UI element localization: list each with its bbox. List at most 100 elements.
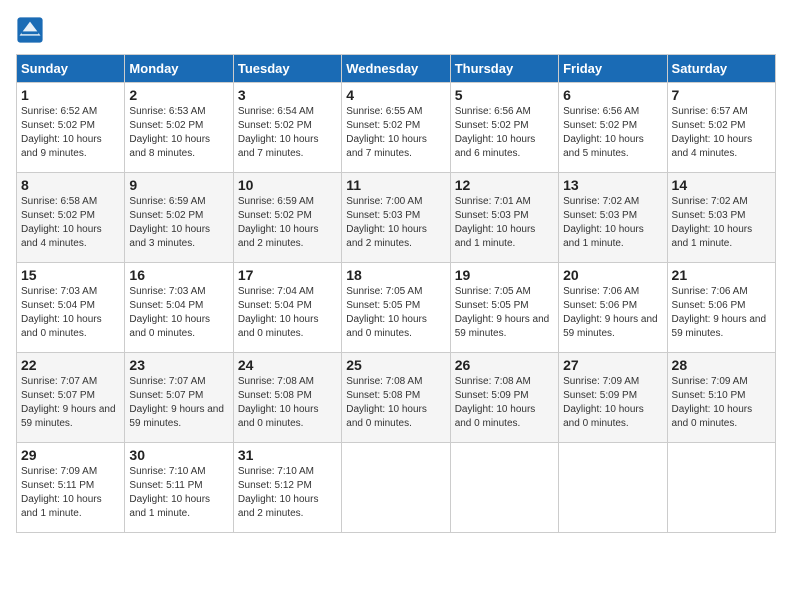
calendar-week-row: 22 Sunrise: 7:07 AMSunset: 5:07 PMDayligh…: [17, 353, 776, 443]
day-info: Sunrise: 6:59 AMSunset: 5:02 PMDaylight:…: [238, 195, 337, 251]
day-info: Sunrise: 6:57 AMSunset: 5:02 PMDaylight:…: [672, 105, 771, 161]
day-info: Sunrise: 7:07 AMSunset: 5:07 PMDaylight:…: [129, 375, 228, 431]
day-info: Sunrise: 7:00 AMSunset: 5:03 PMDaylight:…: [346, 195, 445, 251]
calendar-cell: 16 Sunrise: 7:03 AMSunset: 5:04 PMDayligh…: [125, 263, 233, 353]
calendar-cell: 18 Sunrise: 7:05 AMSunset: 5:05 PMDayligh…: [342, 263, 450, 353]
day-number: 17: [238, 267, 337, 283]
day-info: Sunrise: 6:52 AMSunset: 5:02 PMDaylight:…: [21, 105, 120, 161]
calendar-cell: 5 Sunrise: 6:56 AMSunset: 5:02 PMDaylight…: [450, 83, 558, 173]
day-info: Sunrise: 7:08 AMSunset: 5:08 PMDaylight:…: [238, 375, 337, 431]
calendar-week-row: 8 Sunrise: 6:58 AMSunset: 5:02 PMDaylight…: [17, 173, 776, 263]
day-info: Sunrise: 6:58 AMSunset: 5:02 PMDaylight:…: [21, 195, 120, 251]
calendar-table: SundayMondayTuesdayWednesdayThursdayFrid…: [16, 54, 776, 533]
calendar-cell: 12 Sunrise: 7:01 AMSunset: 5:03 PMDayligh…: [450, 173, 558, 263]
day-number: 22: [21, 357, 120, 373]
calendar-cell: 11Sunrise: 7:00 AMSunset: 5:03 PMDayligh…: [342, 173, 450, 263]
day-info: Sunrise: 6:55 AMSunset: 5:02 PMDaylight:…: [346, 105, 445, 161]
calendar-cell: 20 Sunrise: 7:06 AMSunset: 5:06 PMDayligh…: [559, 263, 667, 353]
day-number: 23: [129, 357, 228, 373]
day-number: 26: [455, 357, 554, 373]
day-info: Sunrise: 7:07 AMSunset: 5:07 PMDaylight:…: [21, 375, 120, 431]
day-number: 15: [21, 267, 120, 283]
calendar-cell: 21 Sunrise: 7:06 AMSunset: 5:06 PMDayligh…: [667, 263, 775, 353]
day-number: 6: [563, 87, 662, 103]
header-friday: Friday: [559, 55, 667, 83]
day-info: Sunrise: 7:10 AMSunset: 5:11 PMDaylight:…: [129, 465, 228, 521]
calendar-cell: 10 Sunrise: 6:59 AMSunset: 5:02 PMDayligh…: [233, 173, 341, 263]
header-monday: Monday: [125, 55, 233, 83]
day-number: 14: [672, 177, 771, 193]
day-info: Sunrise: 6:53 AMSunset: 5:02 PMDaylight:…: [129, 105, 228, 161]
day-number: 13: [563, 177, 662, 193]
day-number: 20: [563, 267, 662, 283]
calendar-cell: 31 Sunrise: 7:10 AMSunset: 5:12 PMDayligh…: [233, 443, 341, 533]
logo-icon: [16, 16, 44, 44]
calendar-cell: 27 Sunrise: 7:09 AMSunset: 5:09 PMDayligh…: [559, 353, 667, 443]
day-info: Sunrise: 7:08 AMSunset: 5:09 PMDaylight:…: [455, 375, 554, 431]
day-info: Sunrise: 7:03 AMSunset: 5:04 PMDaylight:…: [129, 285, 228, 341]
day-info: Sunrise: 6:56 AMSunset: 5:02 PMDaylight:…: [455, 105, 554, 161]
calendar-cell: 6 Sunrise: 6:56 AMSunset: 5:02 PMDaylight…: [559, 83, 667, 173]
calendar-cell: 3Sunrise: 6:54 AMSunset: 5:02 PMDaylight…: [233, 83, 341, 173]
calendar-cell: [342, 443, 450, 533]
day-info: Sunrise: 7:05 AMSunset: 5:05 PMDaylight:…: [346, 285, 445, 341]
day-number: 2: [129, 87, 228, 103]
calendar-cell: 1 Sunrise: 6:52 AMSunset: 5:02 PMDaylight…: [17, 83, 125, 173]
calendar-cell: 17 Sunrise: 7:04 AMSunset: 5:04 PMDayligh…: [233, 263, 341, 353]
header-thursday: Thursday: [450, 55, 558, 83]
day-number: 1: [21, 87, 120, 103]
day-number: 18: [346, 267, 445, 283]
calendar-cell: 9Sunrise: 6:59 AMSunset: 5:02 PMDaylight…: [125, 173, 233, 263]
header-wednesday: Wednesday: [342, 55, 450, 83]
day-info: Sunrise: 7:10 AMSunset: 5:12 PMDaylight:…: [238, 465, 337, 521]
calendar-cell: 24 Sunrise: 7:08 AMSunset: 5:08 PMDayligh…: [233, 353, 341, 443]
day-info: Sunrise: 7:09 AMSunset: 5:09 PMDaylight:…: [563, 375, 662, 431]
calendar-cell: 15 Sunrise: 7:03 AMSunset: 5:04 PMDayligh…: [17, 263, 125, 353]
calendar-cell: 25 Sunrise: 7:08 AMSunset: 5:08 PMDayligh…: [342, 353, 450, 443]
calendar-cell: 7Sunrise: 6:57 AMSunset: 5:02 PMDaylight…: [667, 83, 775, 173]
day-info: Sunrise: 7:06 AMSunset: 5:06 PMDaylight:…: [563, 285, 662, 341]
day-number: 28: [672, 357, 771, 373]
header-saturday: Saturday: [667, 55, 775, 83]
day-number: 21: [672, 267, 771, 283]
day-number: 3: [238, 87, 337, 103]
day-number: 19: [455, 267, 554, 283]
calendar-cell: 2 Sunrise: 6:53 AMSunset: 5:02 PMDaylight…: [125, 83, 233, 173]
calendar-cell: 8 Sunrise: 6:58 AMSunset: 5:02 PMDaylight…: [17, 173, 125, 263]
calendar-cell: 14 Sunrise: 7:02 AMSunset: 5:03 PMDayligh…: [667, 173, 775, 263]
day-info: Sunrise: 7:06 AMSunset: 5:06 PMDaylight:…: [672, 285, 771, 341]
day-number: 10: [238, 177, 337, 193]
day-info: Sunrise: 6:56 AMSunset: 5:02 PMDaylight:…: [563, 105, 662, 161]
day-number: 24: [238, 357, 337, 373]
day-number: 12: [455, 177, 554, 193]
day-number: 27: [563, 357, 662, 373]
logo: [16, 16, 48, 44]
calendar-cell: 4 Sunrise: 6:55 AMSunset: 5:02 PMDaylight…: [342, 83, 450, 173]
calendar-week-row: 29Sunrise: 7:09 AMSunset: 5:11 PMDayligh…: [17, 443, 776, 533]
day-info: Sunrise: 7:08 AMSunset: 5:08 PMDaylight:…: [346, 375, 445, 431]
calendar-cell: 23 Sunrise: 7:07 AMSunset: 5:07 PMDayligh…: [125, 353, 233, 443]
day-number: 4: [346, 87, 445, 103]
day-number: 16: [129, 267, 228, 283]
day-number: 5: [455, 87, 554, 103]
day-number: 29: [21, 447, 120, 463]
day-info: Sunrise: 7:05 AMSunset: 5:05 PMDaylight:…: [455, 285, 554, 341]
day-number: 8: [21, 177, 120, 193]
calendar-week-row: 15 Sunrise: 7:03 AMSunset: 5:04 PMDayligh…: [17, 263, 776, 353]
calendar-header-row: SundayMondayTuesdayWednesdayThursdayFrid…: [17, 55, 776, 83]
day-info: Sunrise: 7:03 AMSunset: 5:04 PMDaylight:…: [21, 285, 120, 341]
day-number: 25: [346, 357, 445, 373]
day-number: 31: [238, 447, 337, 463]
calendar-cell: [450, 443, 558, 533]
day-info: Sunrise: 7:02 AMSunset: 5:03 PMDaylight:…: [672, 195, 771, 251]
day-info: Sunrise: 7:04 AMSunset: 5:04 PMDaylight:…: [238, 285, 337, 341]
calendar-cell: 19 Sunrise: 7:05 AMSunset: 5:05 PMDayligh…: [450, 263, 558, 353]
calendar-cell: 29Sunrise: 7:09 AMSunset: 5:11 PMDayligh…: [17, 443, 125, 533]
page-header: [16, 16, 776, 44]
header-tuesday: Tuesday: [233, 55, 341, 83]
calendar-cell: [559, 443, 667, 533]
day-info: Sunrise: 7:01 AMSunset: 5:03 PMDaylight:…: [455, 195, 554, 251]
day-number: 9: [129, 177, 228, 193]
calendar-cell: 30Sunrise: 7:10 AMSunset: 5:11 PMDayligh…: [125, 443, 233, 533]
calendar-cell: [667, 443, 775, 533]
